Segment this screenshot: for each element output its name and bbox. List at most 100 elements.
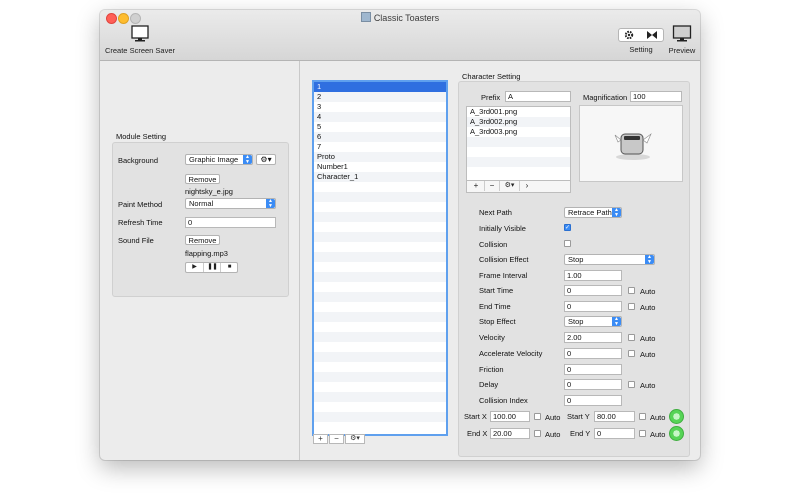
collision-index-label: Collision Index	[479, 396, 528, 405]
list-item[interactable]: Number1	[314, 162, 446, 172]
list-item-empty[interactable]	[314, 292, 446, 302]
background-popup[interactable]: Graphic Image ▲ ▼	[185, 154, 253, 165]
end-position-target-icon[interactable]	[669, 426, 684, 441]
end-x-field[interactable]: 20.00	[490, 428, 530, 439]
list-item-empty[interactable]	[314, 342, 446, 352]
stop-icon[interactable]: ■	[220, 263, 238, 272]
end-time-field[interactable]: 0	[564, 301, 622, 312]
prefix-field[interactable]: A	[505, 91, 571, 102]
add-file-button[interactable]: +	[469, 181, 483, 191]
list-item-empty[interactable]	[314, 262, 446, 272]
paint-method-popup[interactable]: Normal ▲ ▼	[185, 198, 276, 209]
list-item[interactable]: 1	[314, 82, 446, 92]
start-position-target-icon[interactable]	[669, 409, 684, 424]
chevron-right-icon[interactable]: ›	[519, 181, 534, 191]
list-item-empty[interactable]	[314, 392, 446, 402]
list-item-empty[interactable]	[314, 212, 446, 222]
list-item-empty[interactable]	[314, 282, 446, 292]
add-item-button[interactable]: +	[313, 434, 328, 444]
velocity-auto-checkbox[interactable]	[628, 334, 635, 341]
list-item-empty[interactable]	[314, 332, 446, 342]
list-item-empty[interactable]	[314, 232, 446, 242]
remove-file-button[interactable]: −	[484, 181, 499, 191]
gear-icon[interactable]	[624, 30, 634, 40]
paint-method-label: Paint Method	[118, 200, 163, 209]
list-item-empty[interactable]	[314, 192, 446, 202]
list-item[interactable]: 5	[314, 122, 446, 132]
collision-checkbox[interactable]	[564, 240, 571, 247]
start-y-field[interactable]: 80.00	[594, 411, 635, 422]
file-list-item-empty[interactable]	[467, 147, 570, 157]
image-file-list[interactable]: A_3rd001.png A_3rd002.png A_3rd003.png	[466, 106, 571, 181]
list-item-empty[interactable]	[314, 352, 446, 362]
frame-interval-field[interactable]: 1.00	[564, 270, 622, 281]
sound-file-label: Sound File	[118, 236, 154, 245]
start-x-field[interactable]: 100.00	[490, 411, 530, 422]
collision-effect-popup[interactable]: Stop ▲ ▼	[564, 254, 655, 265]
list-item[interactable]: 3	[314, 102, 446, 112]
list-item[interactable]: Character_1	[314, 172, 446, 182]
play-icon[interactable]: ▶	[186, 263, 203, 272]
item-action-button[interactable]: ⚙▾	[345, 434, 365, 444]
collision-index-field[interactable]: 0	[564, 395, 622, 406]
magnification-field[interactable]: 100	[630, 91, 682, 102]
file-list-item-empty[interactable]	[467, 157, 570, 167]
end-y-field[interactable]: 0	[594, 428, 635, 439]
friction-field[interactable]: 0	[564, 364, 622, 375]
preview-button[interactable]: Preview	[666, 25, 698, 57]
list-item[interactable]: 6	[314, 132, 446, 142]
list-item-empty[interactable]	[314, 222, 446, 232]
list-item-empty[interactable]	[314, 302, 446, 312]
background-remove-button[interactable]: Remove	[185, 174, 220, 184]
list-item-empty[interactable]	[314, 182, 446, 192]
next-path-popup[interactable]: Retrace Path ▲ ▼	[564, 207, 622, 218]
list-item-empty[interactable]	[314, 372, 446, 382]
start-y-auto-checkbox[interactable]	[639, 413, 646, 420]
start-time-auto-checkbox[interactable]	[628, 287, 635, 294]
start-x-label: Start X	[464, 412, 487, 421]
create-screen-saver-button[interactable]: Create Screen Saver	[104, 25, 176, 57]
file-list-item-empty[interactable]	[467, 137, 570, 147]
list-item-empty[interactable]	[314, 402, 446, 412]
file-list-item[interactable]: A_3rd002.png	[467, 117, 570, 127]
pause-icon[interactable]: ❚❚	[203, 263, 221, 272]
accelerate-velocity-auto-label: Auto	[640, 350, 656, 359]
delay-field[interactable]: 0	[564, 379, 622, 390]
end-time-auto-checkbox[interactable]	[628, 303, 635, 310]
item-list[interactable]: 1 2 3 4 5 6 7 Proto Number1 Character_1	[312, 80, 448, 436]
end-x-auto-checkbox[interactable]	[534, 430, 541, 437]
list-item-empty[interactable]	[314, 312, 446, 322]
sound-remove-button[interactable]: Remove	[185, 235, 220, 245]
file-list-item-empty[interactable]	[467, 167, 570, 177]
refresh-time-field[interactable]: 0	[185, 217, 276, 228]
list-item-empty[interactable]	[314, 252, 446, 262]
list-item[interactable]: Proto	[314, 152, 446, 162]
start-x-auto-checkbox[interactable]	[534, 413, 541, 420]
butterfly-icon[interactable]	[646, 30, 658, 40]
list-item-empty[interactable]	[314, 202, 446, 212]
file-list-item[interactable]: A_3rd001.png	[467, 107, 570, 117]
start-time-field[interactable]: 0	[564, 285, 622, 296]
window-title: Classic Toasters	[100, 12, 700, 23]
stop-effect-popup[interactable]: Stop ▲ ▼	[564, 316, 622, 327]
list-item-empty[interactable]	[314, 242, 446, 252]
end-y-auto-checkbox[interactable]	[639, 430, 646, 437]
list-item-empty[interactable]	[314, 272, 446, 282]
list-item-empty[interactable]	[314, 382, 446, 392]
file-action-button[interactable]: ⚙▾	[499, 181, 519, 191]
background-action-button[interactable]: ⚙▾	[256, 154, 276, 165]
setting-segment[interactable]	[618, 28, 664, 42]
list-item[interactable]: 4	[314, 112, 446, 122]
delay-auto-checkbox[interactable]	[628, 381, 635, 388]
list-item-empty[interactable]	[314, 412, 446, 422]
list-item[interactable]: 7	[314, 142, 446, 152]
list-item[interactable]: 2	[314, 92, 446, 102]
initially-visible-checkbox[interactable]: ✓	[564, 224, 571, 231]
remove-item-button[interactable]: −	[329, 434, 344, 444]
list-item-empty[interactable]	[314, 322, 446, 332]
accelerate-velocity-auto-checkbox[interactable]	[628, 350, 635, 357]
list-item-empty[interactable]	[314, 362, 446, 372]
accelerate-velocity-field[interactable]: 0	[564, 348, 622, 359]
velocity-field[interactable]: 2.00	[564, 332, 622, 343]
file-list-item[interactable]: A_3rd003.png	[467, 127, 570, 137]
